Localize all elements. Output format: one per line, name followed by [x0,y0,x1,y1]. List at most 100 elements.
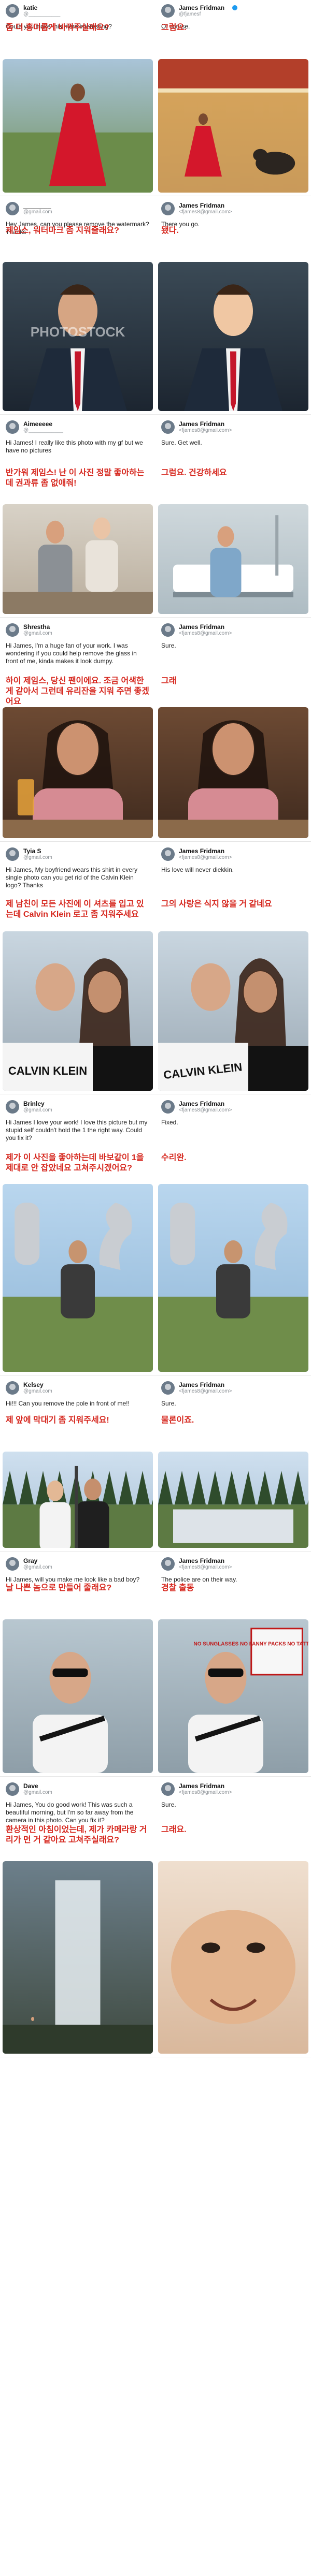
avatar[interactable] [161,1100,175,1114]
avatar[interactable] [6,847,19,861]
korean-caption: 하이 제임스, 당신 팬이에요. 조금 어색한게 같아서 그런데 유리잔을 지워… [6,677,149,706]
request-card: Aimeeeee @____________ Hi James! I really … [3,416,153,618]
tweet-reply-pair: Shrestha @gmail.com Hi James, I'm a huge f… [0,619,311,843]
divider [0,414,311,415]
user-name[interactable]: James Fridman [179,420,224,428]
tweet-reply-pair: Brinley @gmail.com Hi James I love your wo… [0,1096,311,1377]
user-name[interactable]: James Fridman [179,1782,224,1790]
user-name[interactable]: James Fridman [179,847,224,855]
user-name[interactable]: James Fridman [179,4,224,11]
avatar[interactable] [161,4,175,18]
attached-photo[interactable] [158,1452,308,1548]
korean-caption: 그럼요. 건강하세요 [161,469,227,477]
avatar[interactable] [161,420,175,434]
attached-photo[interactable] [3,1861,153,2054]
user-name[interactable]: ________ [23,202,51,209]
user-handle: <fjames8@gmail.com> [179,209,232,215]
user-name[interactable]: Gray [23,1557,37,1564]
korean-caption: 반가워 제임스! 난 이 사진 정말 좋아하는데 권과류 좀 없애줘! [6,469,145,488]
attached-photo[interactable] [158,504,308,614]
attached-photo[interactable] [3,504,153,614]
attached-photo[interactable] [3,59,153,193]
message-text: Hi James, will you make me look like a b… [6,1576,140,1583]
attached-photo[interactable] [158,262,308,411]
user-name[interactable]: katie [23,4,37,11]
attached-photo[interactable] [158,707,308,838]
korean-caption: 제 앞에 막대기 좀 지워주세요! [6,1416,109,1425]
svg-text:PHOTOSTOCK: PHOTOSTOCK [31,324,125,340]
request-card: Gray @gmail.com Hi James, will you make me… [3,1553,153,1777]
user-handle: <fjames8@gmail.com> [179,631,232,636]
user-name[interactable]: Shrestha [23,623,50,631]
avatar[interactable] [161,1782,175,1796]
avatar[interactable] [6,1557,19,1571]
message-text: Hi James I love your work! I love this p… [6,1119,148,1141]
attached-photo[interactable]: NO SUNGLASSES NO FANNY PACKS NO TATTOOS … [158,1619,308,1773]
korean-caption: 그래요. [161,1825,187,1834]
reply-feed: katie @___________ Could you make this mor… [0,0,311,2059]
reply-card: James Fridman @fjamesf Of course. 그럼요. [158,0,308,196]
avatar[interactable] [6,1100,19,1114]
avatar[interactable] [161,1381,175,1395]
reply-card: James Fridman <fjames8@gmail.com> Sure. Ge… [158,416,308,618]
user-name[interactable]: James Fridman [179,1557,224,1564]
message-text: Sure. [161,642,176,649]
reply-card: James Fridman <fjames8@gmail.com> Sure. 그래 [158,619,308,842]
attached-photo[interactable] [3,1619,153,1773]
user-name[interactable]: Brinley [23,1100,45,1107]
reply-card: James Fridman <fjames8@gmail.com> The poli… [158,1553,308,1777]
user-handle: @gmail.com [23,1790,52,1795]
avatar[interactable] [161,1557,175,1571]
korean-caption: 제 남친이 모든 사진에 이 셔츠를 입고 있는데 Calvin Klein 로… [6,900,144,919]
user-handle: @gmail.com [23,1107,52,1113]
user-name[interactable]: Tyia S [23,847,41,855]
avatar[interactable] [6,1782,19,1796]
attached-photo[interactable] [3,707,153,838]
korean-caption: 됐다. [161,226,179,235]
reply-card: James Fridman <fjames8@gmail.com> Fixed. 수리… [158,1096,308,1375]
avatar[interactable] [6,1381,19,1395]
attached-photo[interactable] [158,1184,308,1372]
tweet-reply-pair: ________ @gmail.com Hey James, can you ple… [0,198,311,416]
tweet-reply-pair: katie @___________ Could you make this mor… [0,0,311,198]
divider [0,1551,311,1552]
user-name[interactable]: James Fridman [179,1381,224,1388]
svg-text:CALVIN KLEIN: CALVIN KLEIN [8,1064,87,1077]
verified-icon [232,5,237,10]
avatar[interactable] [161,202,175,215]
avatar[interactable] [6,623,19,637]
request-card: Brinley @gmail.com Hi James I love your wo… [3,1096,153,1375]
attached-photo[interactable] [158,1861,308,2054]
request-card: Kelsey @gmail.com Hi!!! Can you remove the… [3,1377,153,1552]
user-name[interactable]: James Fridman [179,202,224,209]
avatar[interactable] [6,420,19,434]
message-text: Hi James, I'm a huge fan of your work. I… [6,642,137,665]
avatar[interactable] [161,847,175,861]
user-name[interactable]: James Fridman [179,1100,224,1107]
user-name[interactable]: James Fridman [179,623,224,631]
user-handle: @fjamesf [179,11,201,17]
message-text: Hi James! I really like this photo with … [6,439,143,454]
avatar[interactable] [161,623,175,637]
korean-caption: 제임스, 워터마크 좀 지워줄래요? [6,226,119,235]
user-name[interactable]: Kelsey [23,1381,44,1388]
korean-caption: 좀 더 흥미롭게 바꿔주실래요? [6,23,109,32]
sign-text: NO SUNGLASSES NO FANNY PACKS NO TATTOOS … [194,1641,308,1647]
avatar[interactable] [6,202,19,215]
user-handle: <fjames8@gmail.com> [179,1790,232,1795]
tweet-reply-pair: Gray @gmail.com Hi James, will you make me… [0,1553,311,1778]
korean-caption: 날 나쁜 놈으로 만들어 줄래요? [6,1584,112,1592]
attached-photo[interactable]: CALVIN KLEIN [3,931,153,1091]
attached-photo[interactable]: PHOTOSTOCK [3,262,153,411]
user-handle: <fjames8@gmail.com> [179,1107,232,1113]
attached-photo[interactable] [158,59,308,193]
attached-photo[interactable] [3,1184,153,1372]
user-name[interactable]: Aimeeeee [23,420,52,428]
attached-photo[interactable]: CALVIN KLEIN [158,931,308,1091]
divider [0,617,311,618]
user-handle: @gmail.com [23,209,52,215]
attached-photo[interactable] [3,1452,153,1548]
avatar[interactable] [6,4,19,18]
divider [0,1776,311,1777]
user-name[interactable]: Dave [23,1782,38,1790]
